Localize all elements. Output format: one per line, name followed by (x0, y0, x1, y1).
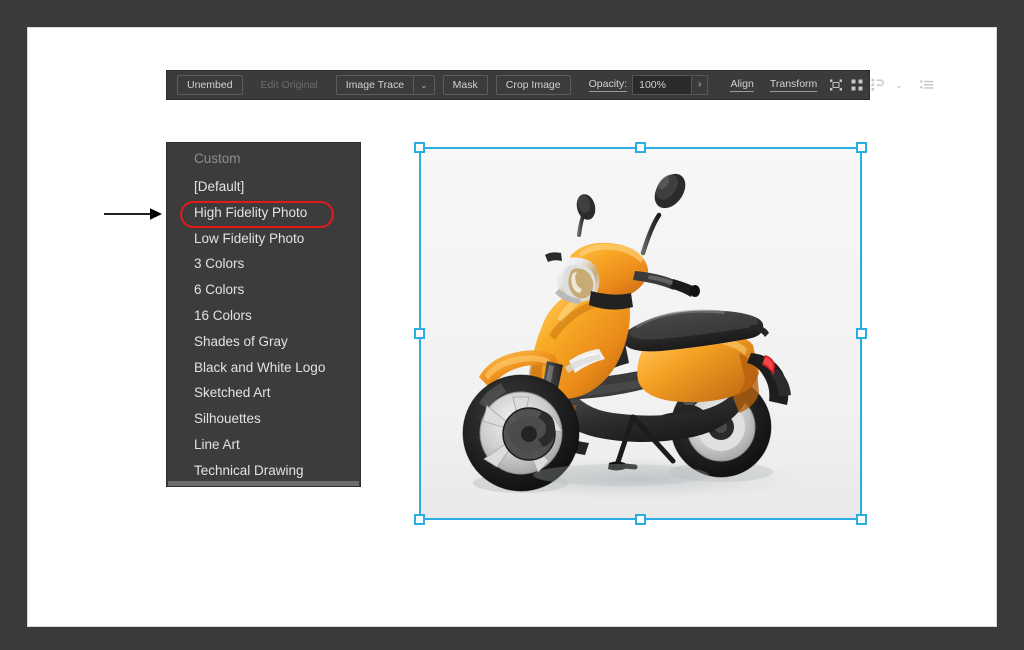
recolor-artwork-icon[interactable] (850, 75, 864, 95)
menu-item-default[interactable]: [Default] (167, 174, 360, 200)
align-button[interactable]: Align (730, 78, 754, 92)
opacity-input[interactable]: 100% (632, 75, 693, 95)
opacity-label[interactable]: Opacity: (588, 78, 628, 92)
control-bar: Unembed Edit Original Image Trace ⌄ Mask… (166, 70, 934, 100)
select-similar-objects-icon[interactable] (828, 75, 844, 95)
selection-handle-top-right[interactable] (856, 142, 867, 153)
selection-handle-bottom-right[interactable] (856, 514, 867, 525)
image-trace-button[interactable]: Image Trace (337, 76, 413, 95)
selection-handle-middle-right[interactable] (856, 328, 867, 339)
arrange-chevron-down-icon[interactable]: ⌄ (889, 80, 909, 90)
crop-image-button[interactable]: Crop Image (495, 74, 571, 96)
menu-item-6-colors[interactable]: 6 Colors (167, 277, 360, 303)
options-menu-icon[interactable] (919, 75, 935, 95)
menu-item-shades-of-gray[interactable]: Shades of Gray (167, 329, 360, 355)
edit-original-button: Edit Original (260, 78, 318, 91)
menu-item-low-fidelity-photo[interactable]: Low Fidelity Photo (167, 226, 360, 252)
selection-handle-bottom-left[interactable] (414, 514, 425, 525)
menu-section-header: Custom (194, 151, 241, 166)
image-trace-preset-menu[interactable]: Custom [Default] High Fidelity Photo Low… (166, 142, 361, 487)
screenshot-root: Unembed Edit Original Image Trace ⌄ Mask… (0, 0, 1024, 650)
menu-item-16-colors[interactable]: 16 Colors (167, 303, 360, 329)
transform-button[interactable]: Transform (769, 78, 818, 92)
menu-item-high-fidelity-photo[interactable]: High Fidelity Photo (167, 200, 360, 226)
menu-item-sketched-art[interactable]: Sketched Art (167, 380, 360, 406)
menu-item-line-art[interactable]: Line Art (167, 432, 360, 458)
menu-item-3-colors[interactable]: 3 Colors (167, 251, 360, 277)
image-trace-group: Image Trace ⌄ (335, 74, 435, 96)
menu-item-black-and-white-logo[interactable]: Black and White Logo (167, 355, 360, 381)
menu-item-technical-drawing[interactable]: Technical Drawing (167, 458, 360, 484)
selection-handle-top-center[interactable] (635, 142, 646, 153)
selection-bounding-box (414, 142, 867, 525)
arrange-icon[interactable] (870, 75, 886, 95)
unembed-button[interactable]: Unembed (177, 74, 243, 96)
menu-item-silhouettes[interactable]: Silhouettes (167, 406, 360, 432)
mask-button[interactable]: Mask (442, 74, 488, 96)
chevron-down-icon[interactable]: ⌄ (414, 80, 434, 90)
selection-handle-top-left[interactable] (414, 142, 425, 153)
selection-handle-middle-left[interactable] (414, 328, 425, 339)
menu-scroll-indicator[interactable] (168, 481, 359, 486)
selection-handle-bottom-center[interactable] (635, 514, 646, 525)
opacity-stepper[interactable]: › (692, 75, 709, 95)
